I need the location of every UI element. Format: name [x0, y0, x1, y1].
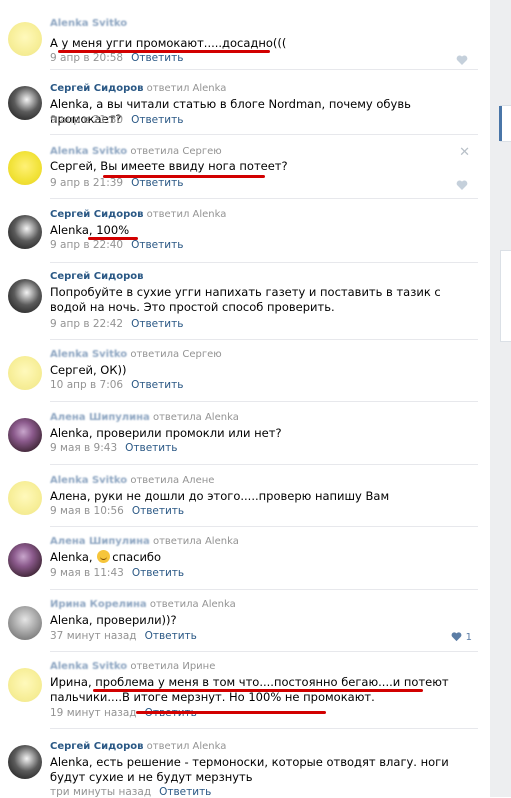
- comment-author[interactable]: Сергей Сидоров: [50, 209, 143, 220]
- comment-text: Alenka, есть решение - термоноски, котор…: [50, 755, 449, 784]
- comment-item: Алена Шипулина ответила Alenka Alenka, п…: [0, 404, 478, 465]
- red-underline: [103, 175, 265, 178]
- comment-text: Сергей, ОК)): [50, 363, 127, 377]
- reply-to: ответила Сергею: [130, 146, 222, 157]
- avatar[interactable]: [8, 356, 42, 390]
- reply-to: ответила Alenka: [149, 599, 236, 610]
- reply-to: ответил Alenka: [146, 209, 227, 220]
- comment-item: Сергей Сидоров Попробуйте в сухие угги н…: [0, 265, 478, 340]
- comment-text: Алена, руки не дошли до этого.....провер…: [50, 489, 390, 503]
- comment-time[interactable]: 9 апр в 21:30: [50, 114, 123, 126]
- comment-item: Alenka Svitko ответила Сергею ✕ Сергей, …: [0, 137, 478, 199]
- avatar[interactable]: [8, 606, 42, 640]
- comment-text: Попробуйте в сухие угги напихать газету …: [50, 285, 441, 314]
- comment-author[interactable]: Alenka Svitko: [50, 146, 127, 157]
- comment-item: Сергей Сидоров ответил Alenka Alenka, 10…: [0, 201, 478, 263]
- reply-button[interactable]: Ответить: [145, 630, 197, 642]
- comment-item: Alenka Svitko ответила Сергею Сергей, ОК…: [0, 342, 478, 402]
- comment-time[interactable]: 9 мая в 11:43: [50, 567, 124, 579]
- avatar[interactable]: [8, 668, 42, 702]
- comment-time[interactable]: 9 апр в 20:58: [50, 52, 123, 64]
- comment-author[interactable]: Alenka Svitko: [50, 661, 127, 672]
- reply-to: ответил Alenka: [146, 741, 227, 752]
- avatar[interactable]: [8, 22, 42, 56]
- comment-item: Ирина Корелина ответила Alenka Alenka, п…: [0, 592, 478, 652]
- avatar[interactable]: [8, 418, 42, 452]
- avatar[interactable]: [8, 279, 42, 313]
- comment-author[interactable]: Алена Шипулина: [50, 412, 150, 423]
- reply-button[interactable]: Ответить: [131, 379, 183, 391]
- comment-item: Сергей Сидоров ответил Alenka Alenka, ес…: [0, 731, 478, 798]
- comment-author[interactable]: Alenka Svitko: [50, 18, 127, 29]
- comment-author[interactable]: Алена Шипулина: [50, 536, 150, 547]
- reply-button[interactable]: Ответить: [131, 239, 183, 251]
- avatar[interactable]: [8, 86, 42, 120]
- comment-time[interactable]: 9 апр в 22:40: [50, 239, 123, 251]
- comment-item: Алена Шипулина ответила Alenka Alenka, с…: [0, 529, 478, 590]
- red-underline: [136, 711, 326, 714]
- heart-icon[interactable]: [456, 179, 468, 191]
- like-count: 1: [465, 632, 472, 643]
- close-icon[interactable]: ✕: [459, 145, 470, 160]
- red-underline: [58, 50, 270, 53]
- red-underline: [88, 237, 138, 240]
- reply-button[interactable]: Ответить: [132, 567, 184, 579]
- reply-to: ответила Сергею: [130, 349, 222, 360]
- reply-to: ответила Alenka: [152, 536, 239, 547]
- comment-item: Alenka Svitko ответила Алене Алена, руки…: [0, 467, 478, 527]
- reply-button[interactable]: Ответить: [131, 177, 183, 189]
- comment-text: Сергей, Вы имеете ввиду нога потеет?: [50, 159, 288, 173]
- side-widget: [499, 105, 511, 142]
- reply-to: ответила Alenka: [152, 412, 239, 423]
- comment-time[interactable]: три минуты назад: [50, 786, 151, 798]
- reply-button[interactable]: Ответить: [132, 505, 184, 517]
- heart-icon[interactable]: [451, 631, 462, 642]
- comment-text: А у меня угги промокают.....досадно(((: [50, 36, 287, 50]
- avatar[interactable]: [8, 151, 42, 185]
- reply-button[interactable]: Ответить: [125, 442, 177, 454]
- reply-to: ответила Ирине: [130, 661, 216, 672]
- heart-icon[interactable]: [456, 54, 468, 66]
- comment-time[interactable]: 9 мая в 9:43: [50, 442, 117, 454]
- comment-author[interactable]: Alenka Svitko: [50, 475, 127, 486]
- comment-author[interactable]: Ирина Корелина: [50, 599, 147, 610]
- reply-button[interactable]: Ответить: [159, 786, 211, 798]
- comment-time[interactable]: 9 мая в 10:56: [50, 505, 124, 517]
- avatar[interactable]: [8, 745, 42, 779]
- comments-feed: Alenka Svitko А у меня угги промокают...…: [0, 0, 490, 798]
- comment-time[interactable]: 10 апр в 7:06: [50, 379, 123, 391]
- reply-to: ответила Алене: [130, 475, 215, 486]
- avatar[interactable]: [8, 481, 42, 515]
- red-underline: [93, 689, 423, 692]
- comment-author[interactable]: Сергей Сидоров: [50, 271, 143, 282]
- reply-button[interactable]: Ответить: [131, 52, 183, 64]
- comment-item: Alenka Svitko А у меня угги промокают...…: [0, 8, 478, 70]
- reply-button[interactable]: Ответить: [131, 114, 183, 126]
- avatar[interactable]: [8, 543, 42, 577]
- comment-text: Alenka,: [50, 550, 93, 564]
- comment-author[interactable]: Сергей Сидоров: [50, 83, 143, 94]
- comment-time[interactable]: 37 минут назад: [50, 630, 137, 642]
- comment-author[interactable]: Alenka Svitko: [50, 349, 127, 360]
- side-widget-2: [500, 250, 511, 342]
- comment-item: Сергей Сидоров ответил Alenka Alenka, а …: [0, 72, 478, 135]
- comment-text: Alenka, проверили промокли или нет?: [50, 426, 282, 440]
- comment-time[interactable]: 9 апр в 22:42: [50, 318, 123, 330]
- comment-time[interactable]: 19 минут назад: [50, 707, 137, 719]
- reply-button[interactable]: Ответить: [131, 318, 183, 330]
- avatar[interactable]: [8, 215, 42, 249]
- comment-text: Alenka, 100%: [50, 223, 130, 237]
- comment-text: Alenka, проверили))?: [50, 613, 177, 627]
- comment-time[interactable]: 9 апр в 21:39: [50, 177, 123, 189]
- comment-text-rest: спасибо: [112, 550, 162, 564]
- smile-emoji-icon: [97, 550, 111, 563]
- comment-author[interactable]: Сергей Сидоров: [50, 741, 143, 752]
- reply-to: ответил Alenka: [146, 83, 227, 94]
